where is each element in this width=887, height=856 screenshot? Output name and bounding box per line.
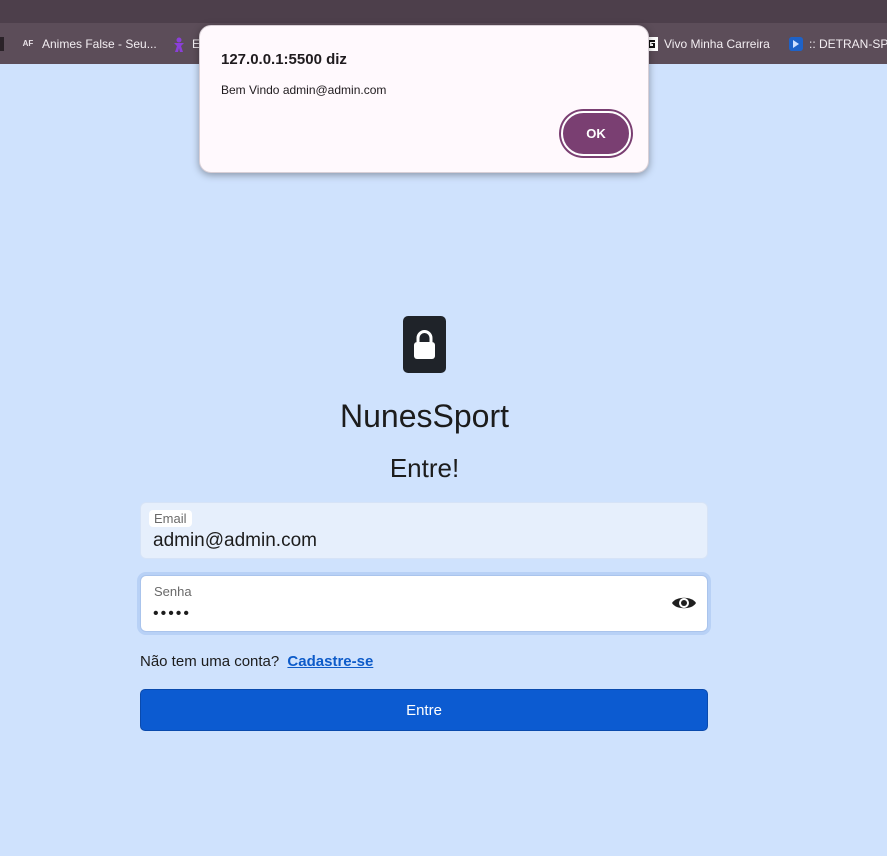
password-field[interactable]: Senha •••••	[140, 575, 708, 632]
password-label: Senha	[154, 584, 192, 599]
bookmarks-overflow-edge	[0, 37, 4, 51]
password-input[interactable]: •••••	[153, 605, 653, 623]
lock-icon	[403, 316, 446, 373]
email-input[interactable]	[153, 530, 653, 552]
email-field[interactable]: Email	[140, 502, 708, 559]
bookmark-animes-false[interactable]: AF Animes False - Seu...	[20, 35, 157, 53]
signup-row: Não tem uma conta? Cadastre-se	[140, 653, 373, 670]
eye-icon[interactable]	[671, 594, 697, 617]
alert-ok-button[interactable]: OK	[561, 111, 631, 156]
brand-title: NunesSport	[340, 398, 509, 434]
login-submit-button[interactable]: Entre	[140, 689, 708, 731]
login-subtitle: Entre!	[389, 453, 460, 483]
purple-figure-favicon-icon	[172, 37, 186, 52]
browser-titlebar	[0, 0, 887, 23]
bookmark-e[interactable]: E	[172, 35, 200, 53]
detran-favicon-icon	[789, 37, 803, 51]
signup-prompt: Não tem uma conta?	[140, 653, 280, 670]
bookmark-vivo-minha-carreira[interactable]: Vivo Minha Carreira	[644, 35, 770, 53]
bookmark-label: Vivo Minha Carreira	[664, 37, 770, 51]
bookmark-label: :: DETRAN-SP :	[809, 37, 887, 51]
bookmark-detran-sp[interactable]: :: DETRAN-SP :	[789, 35, 887, 53]
alert-message: Bem Vindo admin@admin.com	[221, 83, 387, 97]
signup-link[interactable]: Cadastre-se	[287, 653, 373, 670]
email-label: Email	[149, 510, 192, 527]
af-favicon-icon: AF	[22, 39, 34, 48]
bookmark-label: Animes False - Seu...	[42, 37, 157, 51]
alert-dialog: 127.0.0.1:5500 diz Bem Vindo admin@admin…	[199, 25, 649, 173]
alert-origin: 127.0.0.1:5500 diz	[221, 51, 347, 68]
